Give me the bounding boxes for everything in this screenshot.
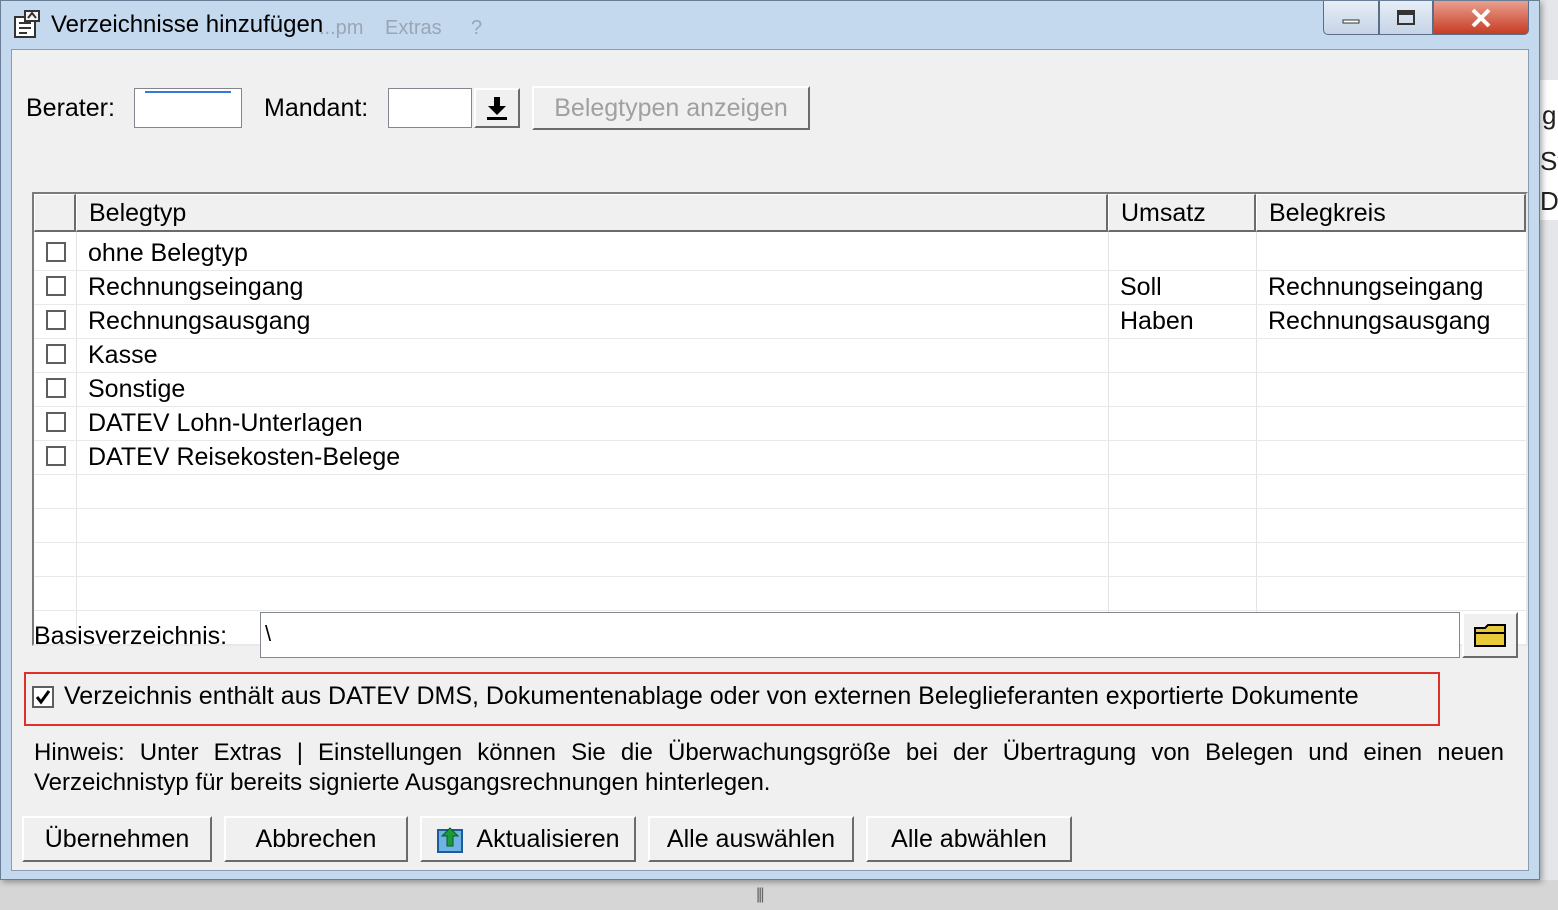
row-checkbox[interactable] xyxy=(46,378,66,398)
browse-folder-button[interactable] xyxy=(1462,612,1518,658)
grid-divider xyxy=(34,576,1526,577)
dialog-window: Verzeichnisse hinzufügen ...pm Extras ? … xyxy=(0,0,1540,880)
show-document-types-button[interactable]: Belegtypen anzeigen xyxy=(532,86,810,130)
column-header-belegkreis[interactable]: Belegkreis xyxy=(1256,194,1526,232)
row-checkbox[interactable] xyxy=(46,242,66,262)
minimize-button[interactable] xyxy=(1323,1,1379,35)
belegkreis-cell: Rechnungseingang xyxy=(1268,273,1484,301)
background-menu-item: ...pm xyxy=(319,17,364,39)
mandant-input[interactable] xyxy=(388,88,472,128)
background-right-strip: g St DI xyxy=(1540,80,1558,220)
row-checkbox[interactable] xyxy=(46,412,66,432)
table-row[interactable]: DATEV Lohn-Unterlagen xyxy=(34,406,1526,440)
belegtyp-cell: Sonstige xyxy=(88,375,186,403)
grid-divider xyxy=(34,610,1526,611)
focus-indicator xyxy=(145,91,231,93)
refresh-button[interactable]: Aktualisieren xyxy=(420,816,636,862)
belegtyp-cell: Kasse xyxy=(88,341,158,369)
refresh-upload-icon xyxy=(437,827,464,853)
row-checkbox[interactable] xyxy=(46,310,66,330)
table-row[interactable]: DATEV Reisekosten-Belege xyxy=(34,440,1526,474)
berater-input[interactable] xyxy=(134,88,242,128)
close-button[interactable] xyxy=(1433,1,1529,35)
table-row[interactable]: Sonstige xyxy=(34,372,1526,406)
column-header-umsatz[interactable]: Umsatz xyxy=(1108,194,1256,232)
table-row[interactable]: Rechnungsausgang Haben Rechnungsausgang xyxy=(34,304,1526,338)
umsatz-cell: Soll xyxy=(1120,273,1162,301)
hint-text: Hinweis: Unter Extras | Einstellungen kö… xyxy=(34,739,1504,796)
table-row[interactable]: Rechnungseingang Soll Rechnungseingang xyxy=(34,270,1526,304)
background-status-bar xyxy=(0,880,1558,910)
umsatz-cell: Haben xyxy=(1120,307,1194,335)
table-row[interactable]: ohne Belegtyp xyxy=(34,236,1526,270)
belegtyp-cell: Rechnungseingang xyxy=(88,273,304,301)
minimize-icon xyxy=(1342,19,1360,23)
select-all-button[interactable]: Alle auswählen xyxy=(648,816,854,862)
checkmark-icon xyxy=(35,690,51,705)
resize-grip-icon[interactable]: ||| xyxy=(756,886,765,904)
grid-divider xyxy=(34,542,1526,543)
basis-directory-value: \ xyxy=(265,621,272,646)
basis-directory-input[interactable]: \ xyxy=(260,612,1460,658)
document-type-grid: Belegtyp Umsatz Belegkreis ohne Belegtyp xyxy=(32,192,1528,646)
belegtyp-cell: DATEV Lohn-Unterlagen xyxy=(88,409,363,437)
column-header-select[interactable] xyxy=(34,194,76,232)
download-arrow-icon xyxy=(487,97,507,120)
grid-divider xyxy=(34,474,1526,475)
mandant-dropdown-button[interactable] xyxy=(474,88,520,128)
dms-export-checkbox[interactable] xyxy=(32,686,54,708)
document-window-icon xyxy=(14,10,40,38)
basis-directory-label: Basisverzeichnis: xyxy=(34,622,228,650)
belegtyp-cell: ohne Belegtyp xyxy=(88,239,248,267)
grid-divider xyxy=(34,508,1526,509)
maximize-button[interactable] xyxy=(1379,1,1433,35)
row-checkbox[interactable] xyxy=(46,344,66,364)
background-menu-item: Extras xyxy=(385,17,442,39)
cancel-button[interactable]: Abbrechen xyxy=(224,816,408,862)
folder-icon xyxy=(1474,624,1506,647)
dialog-body: Berater: Mandant: Belegtypen anzeigen Be… xyxy=(11,49,1529,871)
row-checkbox[interactable] xyxy=(46,276,66,296)
dms-export-label: Verzeichnis enthält aus DATEV DMS, Dokum… xyxy=(64,682,1359,710)
background-text: g xyxy=(1542,100,1557,130)
row-checkbox[interactable] xyxy=(46,446,66,466)
background-text: St xyxy=(1540,146,1558,176)
close-icon xyxy=(1471,8,1491,27)
belegkreis-cell: Rechnungsausgang xyxy=(1268,307,1491,335)
column-header-belegtyp[interactable]: Belegtyp xyxy=(76,194,1108,232)
belegtyp-cell: DATEV Reisekosten-Belege xyxy=(88,443,401,471)
refresh-label: Aktualisieren xyxy=(476,824,620,853)
apply-button[interactable]: Übernehmen xyxy=(22,816,212,862)
mandant-label: Mandant: xyxy=(264,94,369,122)
table-row[interactable]: Kasse xyxy=(34,338,1526,372)
maximize-icon xyxy=(1397,9,1415,25)
deselect-all-button[interactable]: Alle abwählen xyxy=(866,816,1072,862)
background-text: DI xyxy=(1540,186,1558,216)
background-menu-item: ? xyxy=(471,17,483,39)
berater-label: Berater: xyxy=(26,94,115,122)
belegtyp-cell: Rechnungsausgang xyxy=(88,307,311,335)
window-title: Verzeichnisse hinzufügen xyxy=(51,11,324,38)
title-bar[interactable]: Verzeichnisse hinzufügen ...pm Extras ? xyxy=(1,1,1539,49)
